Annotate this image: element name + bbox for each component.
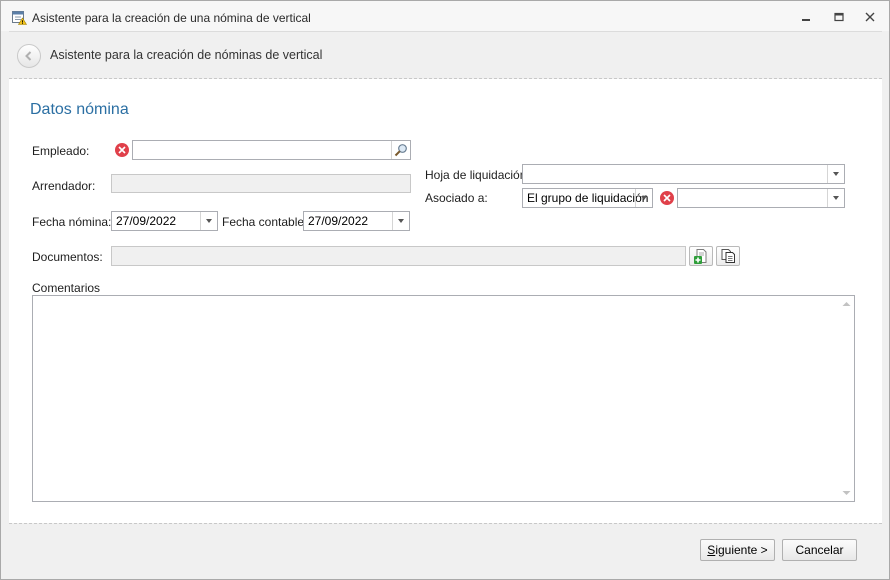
- restore-button[interactable]: [829, 7, 849, 27]
- arrendador-label: Arrendador:: [32, 179, 96, 193]
- documentos-input: [111, 246, 686, 266]
- title-bar[interactable]: Asistente para la creación de una nómina…: [1, 1, 889, 31]
- hoja-liquidacion-label: Hoja de liquidación:: [425, 168, 530, 182]
- empleado-search-button[interactable]: [391, 141, 410, 159]
- copy-document-icon: [721, 249, 735, 263]
- close-button[interactable]: [860, 7, 880, 27]
- asociado-target-select[interactable]: [677, 188, 845, 208]
- comentarios-label: Comentarios: [32, 281, 101, 295]
- asociado-type-select[interactable]: El grupo de liquidación: [522, 188, 653, 208]
- add-document-icon: [694, 249, 707, 264]
- asociado-type-value: El grupo de liquidación: [527, 191, 649, 205]
- close-icon: [865, 12, 875, 22]
- fecha-nomina-picker[interactable]: 27/09/2022: [111, 211, 218, 231]
- minimize-icon: [802, 19, 810, 21]
- fecha-contable-picker[interactable]: 27/09/2022: [303, 211, 410, 231]
- fecha-nomina-dropdown-button[interactable]: [200, 212, 217, 230]
- window-title: Asistente para la creación de una nómina…: [32, 11, 311, 25]
- scroll-up-icon: [842, 302, 851, 306]
- hoja-liquidacion-dropdown-button[interactable]: [827, 165, 844, 183]
- next-button[interactable]: Siguiente >: [700, 539, 775, 561]
- wizard-header: Asistente para la creación de nóminas de…: [9, 31, 882, 79]
- asociado-target-dropdown-button[interactable]: [827, 189, 844, 207]
- fecha-nomina-label: Fecha nómina:: [32, 215, 112, 229]
- cancel-button[interactable]: Cancelar: [782, 539, 857, 561]
- fecha-contable-dropdown-button[interactable]: [392, 212, 409, 230]
- empleado-input[interactable]: [132, 140, 411, 160]
- documentos-label: Documentos:: [32, 250, 103, 264]
- asociado-type-dropdown-button[interactable]: [635, 189, 652, 207]
- fecha-contable-label: Fecha contable:: [222, 215, 308, 229]
- back-button[interactable]: [17, 44, 41, 68]
- magnifier-icon: [394, 144, 407, 157]
- empleado-label: Empleado:: [32, 144, 90, 158]
- add-document-button[interactable]: [689, 246, 713, 266]
- calendar-warning-icon: [12, 10, 28, 25]
- wizard-content: Datos nómina Empleado: Arrendador: Fecha…: [9, 79, 882, 523]
- back-arrow-icon: [25, 51, 32, 61]
- empleado-error-icon: [115, 143, 129, 157]
- asociado-error-icon: [660, 191, 674, 205]
- hoja-liquidacion-select[interactable]: [522, 164, 845, 184]
- scroll-down-icon: [842, 491, 851, 495]
- copy-document-button[interactable]: [716, 246, 740, 266]
- minimize-button[interactable]: [796, 7, 816, 27]
- arrendador-input: [111, 174, 411, 193]
- comentarios-scrollbar[interactable]: [839, 296, 854, 501]
- section-title: Datos nómina: [30, 101, 129, 118]
- next-button-label: iguiente >: [715, 543, 768, 557]
- asociado-label: Asociado a:: [425, 191, 488, 205]
- restore-icon: [834, 12, 844, 22]
- fecha-contable-value: 27/09/2022: [308, 214, 369, 228]
- fecha-nomina-value: 27/09/2022: [116, 214, 177, 228]
- wizard-header-title: Asistente para la creación de nóminas de…: [50, 48, 323, 62]
- next-button-mnemonic: S: [707, 543, 716, 557]
- wizard-window: Asistente para la creación de una nómina…: [0, 0, 890, 580]
- comentarios-textarea[interactable]: [32, 295, 855, 502]
- cancel-button-label: Cancelar: [795, 543, 844, 557]
- wizard-footer: Siguiente > Cancelar: [9, 523, 882, 574]
